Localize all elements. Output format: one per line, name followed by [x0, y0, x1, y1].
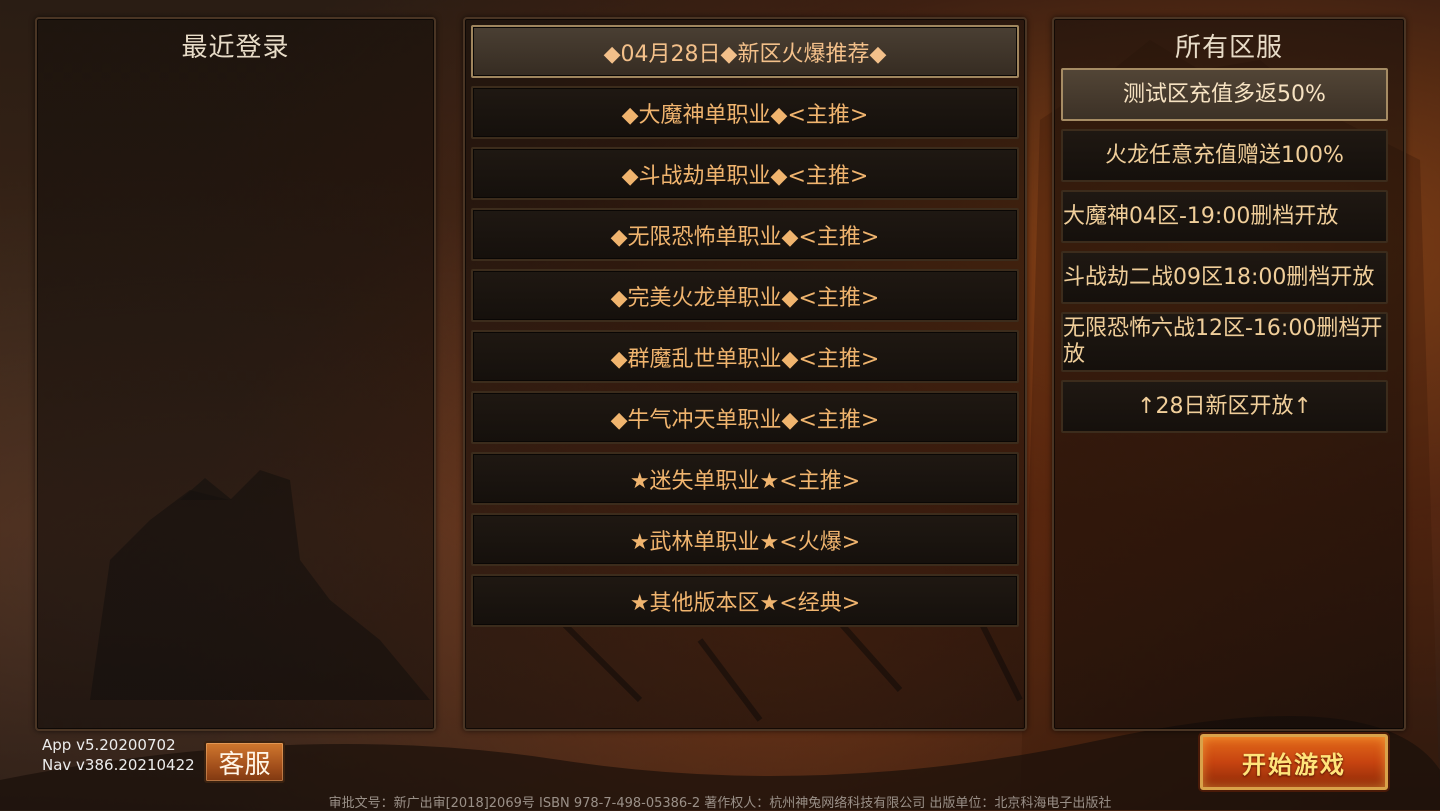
zone-category-panel: ◆04月28日◆新区火爆推荐◆ ◆大魔神单职业◆<主推> ◆斗战劫单职业◆<主推> ◆… — [463, 17, 1027, 731]
all-servers-title: 所有区服 — [1174, 33, 1283, 63]
zone-item[interactable]: ◆大魔神单职业◆<主推> — [471, 86, 1019, 139]
zone-list: ◆04月28日◆新区火爆推荐◆ ◆大魔神单职业◆<主推> ◆斗战劫单职业◆<主推> ◆… — [471, 25, 1019, 635]
server-item[interactable]: 火龙任意充值赠送100% — [1061, 129, 1388, 182]
server-item[interactable]: 大魔神04区-19:00删档开放 — [1061, 190, 1388, 243]
nav-version: Nav v386.20210422 — [42, 756, 195, 774]
recent-login-panel: 最近登录 — [35, 17, 436, 731]
zone-item[interactable]: ★迷失单职业★<主推> — [471, 452, 1019, 505]
recent-login-title: 最近登录 — [181, 33, 290, 63]
server-item[interactable]: 无限恐怖六战12区-16:00删档开放 — [1061, 312, 1388, 372]
version-info: App v5.20200702 Nav v386.20210422 — [42, 735, 195, 775]
server-list: 测试区充值多返50% 火龙任意充值赠送100% 大魔神04区-19:00删档开放 斗战… — [1061, 68, 1388, 441]
server-item[interactable]: ↑28日新区开放↑ — [1061, 380, 1388, 433]
zone-item[interactable]: ◆牛气冲天单职业◆<主推> — [471, 391, 1019, 444]
start-game-button[interactable]: 开始游戏 — [1200, 734, 1388, 790]
server-item[interactable]: 测试区充值多返50% — [1061, 68, 1388, 121]
customer-service-button[interactable]: 客服 — [204, 741, 285, 783]
zone-item[interactable]: ◆无限恐怖单职业◆<主推> — [471, 208, 1019, 261]
zone-item[interactable]: ★其他版本区★<经典> — [471, 574, 1019, 627]
server-item[interactable]: 斗战劫二战09区18:00删档开放 — [1061, 251, 1388, 304]
zone-item[interactable]: ◆斗战劫单职业◆<主推> — [471, 147, 1019, 200]
app-version: App v5.20200702 — [42, 736, 176, 754]
zone-item[interactable]: ◆04月28日◆新区火爆推荐◆ — [471, 25, 1019, 78]
zone-item[interactable]: ◆群魔乱世单职业◆<主推> — [471, 330, 1019, 383]
license-footer: 审批文号：新广出审[2018]2069号 ISBN 978-7-498-0538… — [328, 796, 1112, 811]
zone-item[interactable]: ★武林单职业★<火爆> — [471, 513, 1019, 566]
all-servers-panel: 所有区服 测试区充值多返50% 火龙任意充值赠送100% 大魔神04区-19:00删… — [1052, 17, 1406, 731]
zone-item[interactable]: ◆完美火龙单职业◆<主推> — [471, 269, 1019, 322]
